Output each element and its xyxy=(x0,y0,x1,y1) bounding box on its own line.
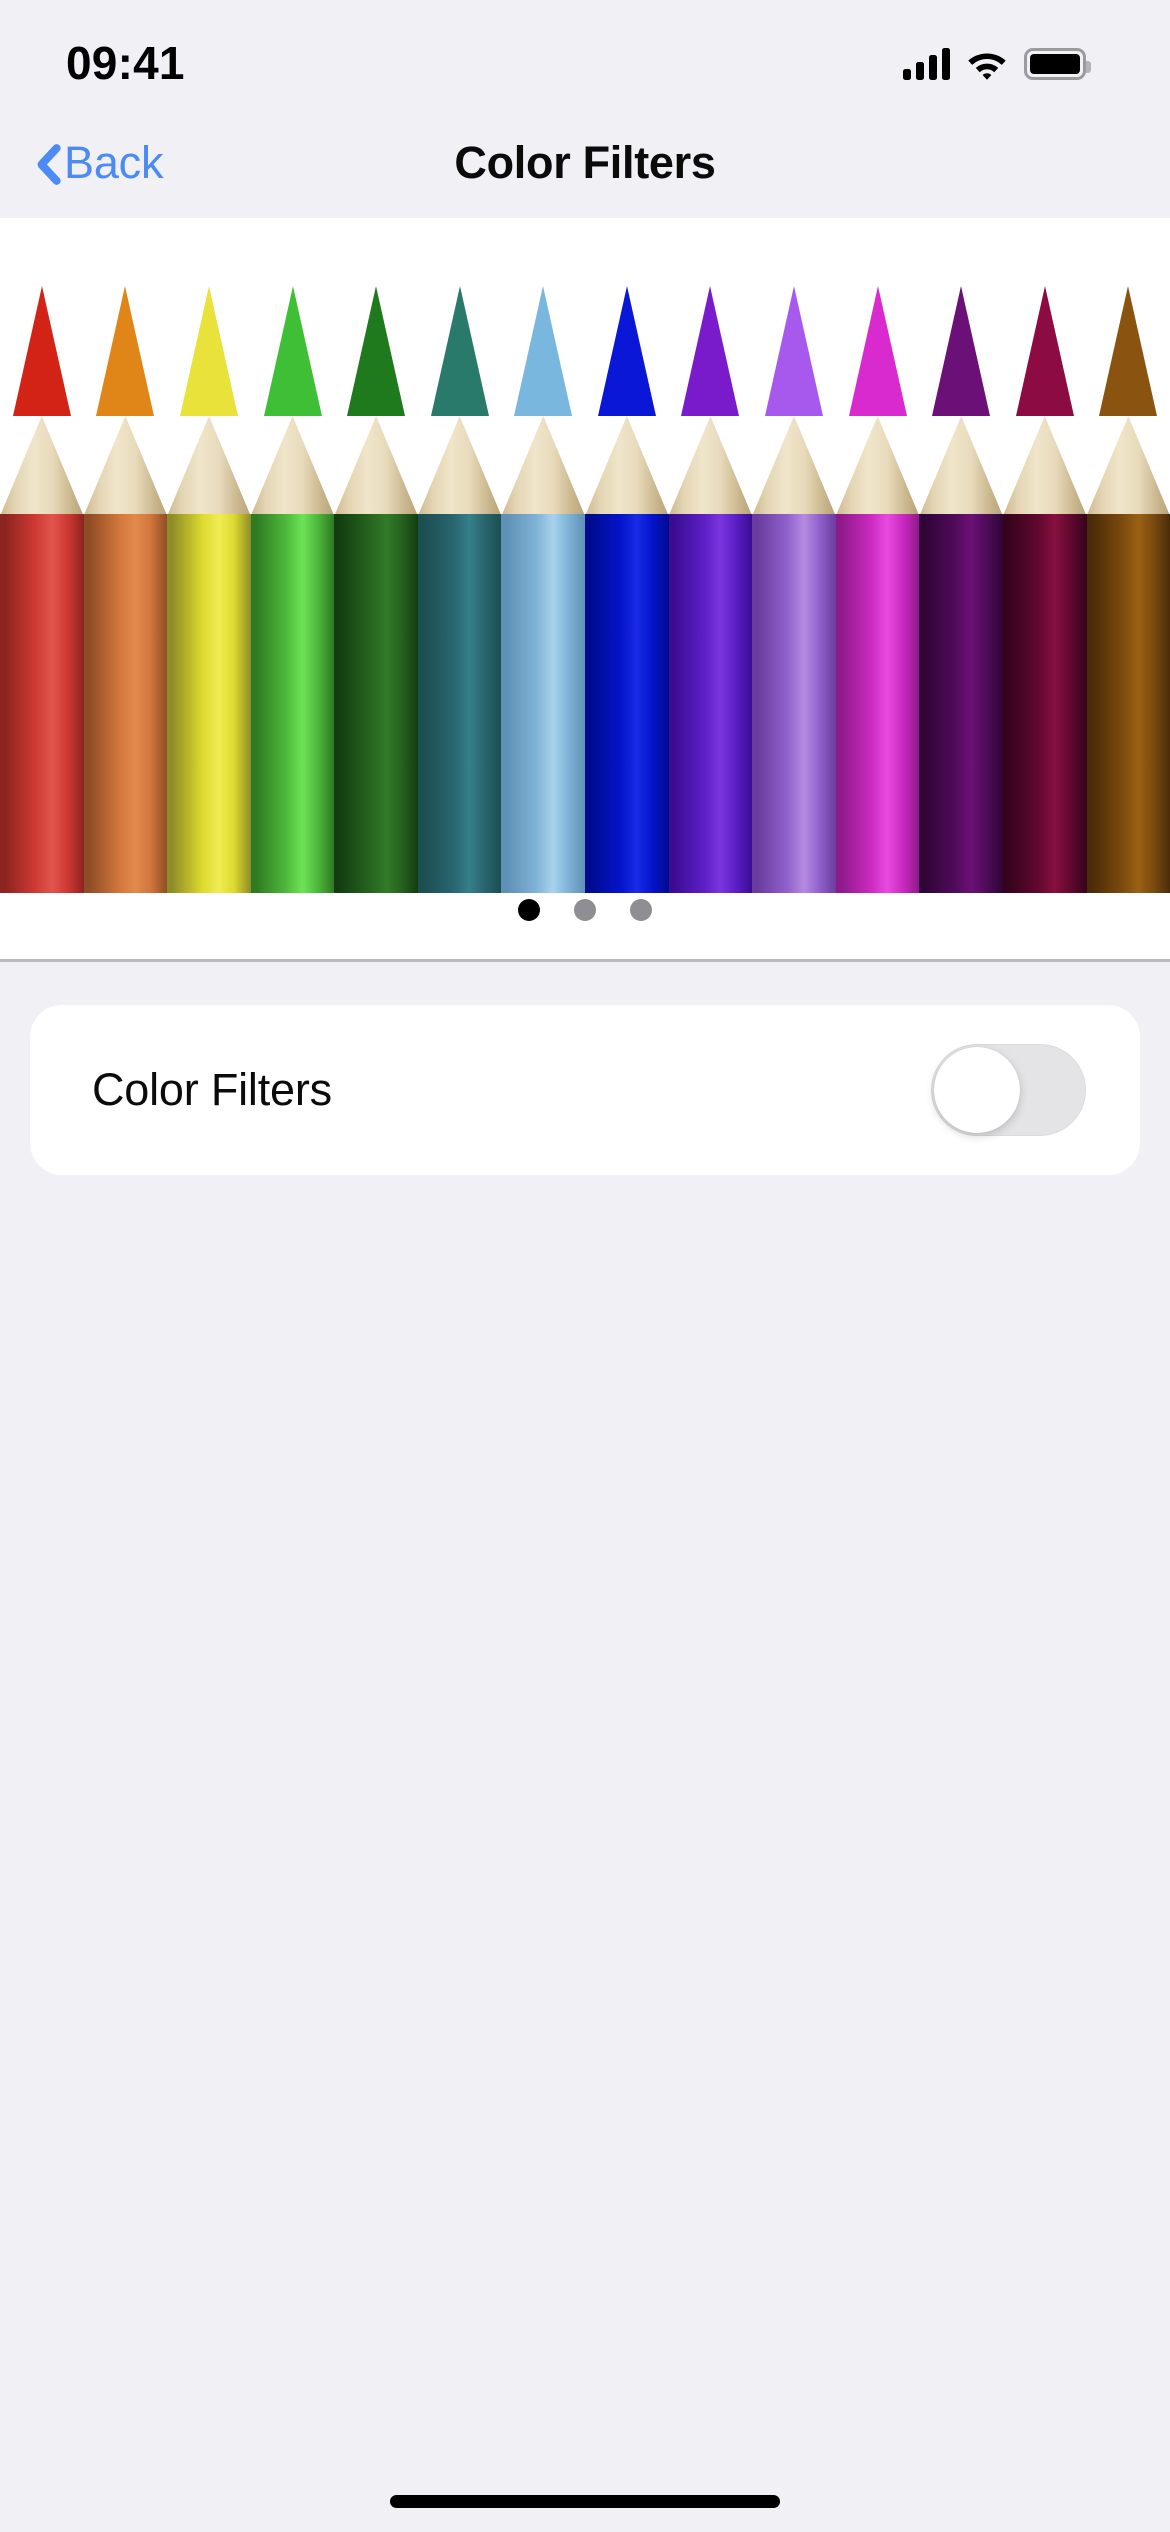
pencil-tip-light-purple xyxy=(764,286,823,416)
pencil-barrel-dark-green xyxy=(334,514,418,893)
back-button-label: Back xyxy=(64,137,164,188)
pencil-teal xyxy=(417,270,502,893)
pencil-barrel-teal xyxy=(417,514,502,893)
pencil-tip-blue xyxy=(597,286,656,416)
pencil-light-green xyxy=(250,270,335,893)
status-bar: 09:41 xyxy=(0,0,1170,108)
pencil-wood-cone xyxy=(334,416,418,516)
battery-level-fill xyxy=(1030,54,1080,74)
pencil-wood-cone xyxy=(585,416,669,516)
pencil-barrel-dark-magenta xyxy=(1002,514,1087,893)
pencil-dark-purple xyxy=(919,270,1003,893)
pencil-wood-cone xyxy=(752,416,836,516)
page-title: Color Filters xyxy=(454,137,716,188)
pencil-dark-magenta xyxy=(1002,270,1087,893)
pencil-tip-violet xyxy=(681,286,740,416)
color-filters-label: Color Filters xyxy=(92,1064,332,1115)
pencil-wood-cone xyxy=(250,416,335,516)
pencil-barrel-sky-blue xyxy=(501,514,586,893)
pencil-tip-yellow xyxy=(179,286,238,416)
pencil-tip-light-green xyxy=(263,286,322,416)
pencil-barrel-yellow xyxy=(167,514,251,893)
pencil-wood-cone xyxy=(83,416,168,516)
pencil-tip-magenta xyxy=(848,286,907,416)
status-bar-time: 09:41 xyxy=(66,37,185,89)
pencil-orange xyxy=(83,270,168,893)
colored-pencils-photo xyxy=(0,270,1170,893)
color-filters-toggle[interactable] xyxy=(931,1044,1086,1136)
status-bar-indicators xyxy=(903,28,1091,80)
pencil-barrel-violet xyxy=(668,514,753,893)
pencil-barrel-magenta xyxy=(835,514,920,893)
pencil-tip-dark-green xyxy=(347,286,406,416)
pencil-tip-sky-blue xyxy=(514,286,573,416)
page-dot-1[interactable] xyxy=(518,899,540,921)
battery-full-icon xyxy=(1024,48,1091,80)
pencil-barrel-orange xyxy=(83,514,168,893)
pencil-wood-cone xyxy=(835,416,920,516)
settings-card: Color Filters xyxy=(30,1005,1140,1175)
toggle-knob xyxy=(934,1047,1020,1133)
battery-cap xyxy=(1086,61,1091,73)
back-button[interactable]: Back xyxy=(22,108,163,218)
pencil-barrel-red xyxy=(0,514,84,893)
pencil-wood-cone xyxy=(0,416,84,516)
pencil-barrel-light-green xyxy=(250,514,335,893)
signal-bars-icon xyxy=(903,46,950,80)
pencil-wood-cone xyxy=(417,416,502,516)
pencil-red xyxy=(0,270,84,893)
pencil-tip-teal xyxy=(430,286,489,416)
pencil-wood-cone xyxy=(501,416,586,516)
pencil-wood-cone xyxy=(668,416,753,516)
pencil-barrel-blue xyxy=(585,514,669,893)
pencil-violet xyxy=(668,270,753,893)
pencil-barrel-brown xyxy=(1086,514,1170,893)
page-control[interactable] xyxy=(0,899,1170,921)
navigation-bar: Color Filters Back xyxy=(0,108,1170,218)
pencil-barrel-dark-purple xyxy=(919,514,1003,893)
color-filters-row[interactable]: Color Filters xyxy=(30,1005,1140,1175)
page-dot-2[interactable] xyxy=(574,899,596,921)
pencil-wood-cone xyxy=(1002,416,1087,516)
pencil-brown xyxy=(1086,270,1170,893)
pencil-wood-cone xyxy=(167,416,251,516)
pencil-tip-dark-magenta xyxy=(1015,286,1074,416)
pencil-tip-orange xyxy=(96,286,155,416)
pencil-tip-red xyxy=(12,286,71,416)
pencil-tip-brown xyxy=(1099,286,1158,416)
pencil-tip-dark-purple xyxy=(932,286,991,416)
iphone-screen: 09:41 Color Filters Back Color Filters xyxy=(0,0,1170,2532)
page-dot-3[interactable] xyxy=(630,899,652,921)
pencil-wood-cone xyxy=(1086,416,1170,516)
wifi-icon xyxy=(966,48,1008,80)
pencil-sky-blue xyxy=(501,270,586,893)
pencil-wood-cone xyxy=(919,416,1003,516)
pencil-dark-green xyxy=(334,270,418,893)
pencil-light-purple xyxy=(752,270,836,893)
color-filter-preview[interactable] xyxy=(0,218,1170,962)
chevron-left-icon xyxy=(22,135,56,191)
pencil-magenta xyxy=(835,270,920,893)
pencil-blue xyxy=(585,270,669,893)
home-indicator-bar[interactable] xyxy=(390,2495,780,2508)
pencil-yellow xyxy=(167,270,251,893)
pencil-barrel-light-purple xyxy=(752,514,836,893)
